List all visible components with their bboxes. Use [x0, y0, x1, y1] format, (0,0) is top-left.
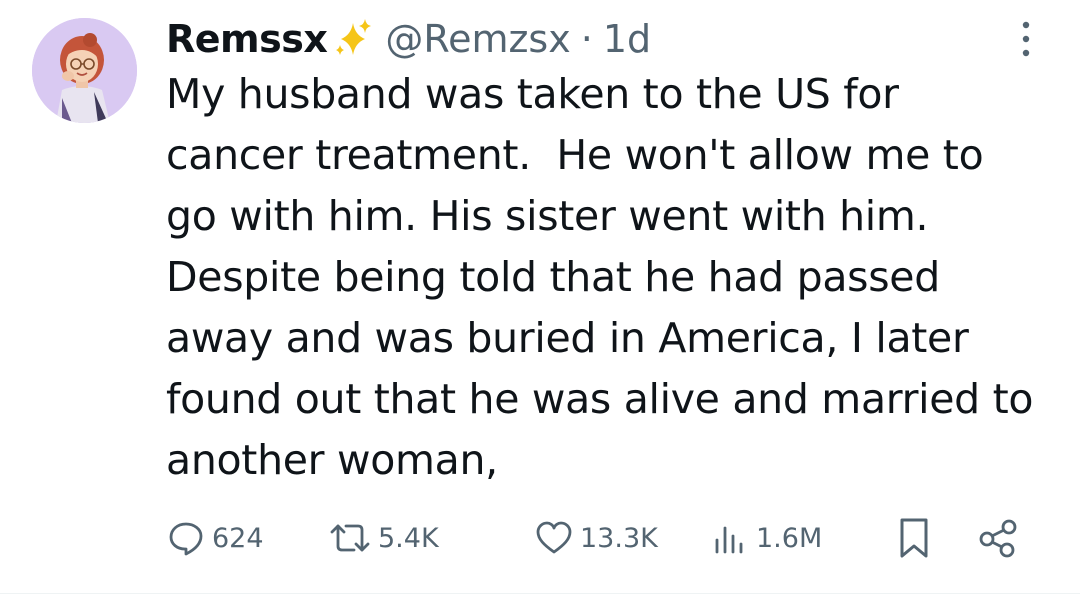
views-button[interactable]: 1.6M: [710, 512, 822, 564]
like-count: 13.3K: [580, 522, 658, 554]
repost-button[interactable]: 5.4K: [328, 512, 439, 564]
avatar[interactable]: [32, 18, 137, 123]
reply-button[interactable]: 624: [166, 512, 264, 564]
timestamp[interactable]: 1d: [603, 14, 651, 64]
repost-icon: [328, 518, 372, 558]
display-name[interactable]: Remssx: [166, 14, 328, 64]
views-chart-icon: [710, 518, 750, 558]
divider: [0, 593, 1080, 594]
like-button[interactable]: 13.3K: [534, 512, 658, 564]
avatar-image: [32, 18, 137, 123]
bookmark-button[interactable]: [894, 512, 934, 564]
share-button[interactable]: [976, 512, 1020, 564]
share-icon: [976, 516, 1020, 560]
tweet-actions: 624 5.4K 13.3K 1.6M: [166, 512, 1036, 564]
sparkles-icon: [331, 17, 375, 61]
reply-icon: [166, 518, 206, 558]
more-vertical-icon[interactable]: [1011, 18, 1041, 60]
bookmark-icon: [894, 516, 934, 560]
user-handle[interactable]: @Remzsx: [385, 14, 570, 64]
views-count: 1.6M: [756, 522, 823, 554]
heart-icon: [534, 518, 574, 558]
tweet-card[interactable]: Remssx @Remzsx · 1d My husband was taken…: [0, 0, 1080, 599]
tweet-header: Remssx @Remzsx · 1d: [166, 14, 651, 64]
tweet-text: My husband was taken to the US for cance…: [166, 70, 1034, 484]
separator-dot: ·: [580, 17, 593, 61]
repost-count: 5.4K: [378, 522, 439, 554]
reply-count: 624: [212, 522, 264, 554]
